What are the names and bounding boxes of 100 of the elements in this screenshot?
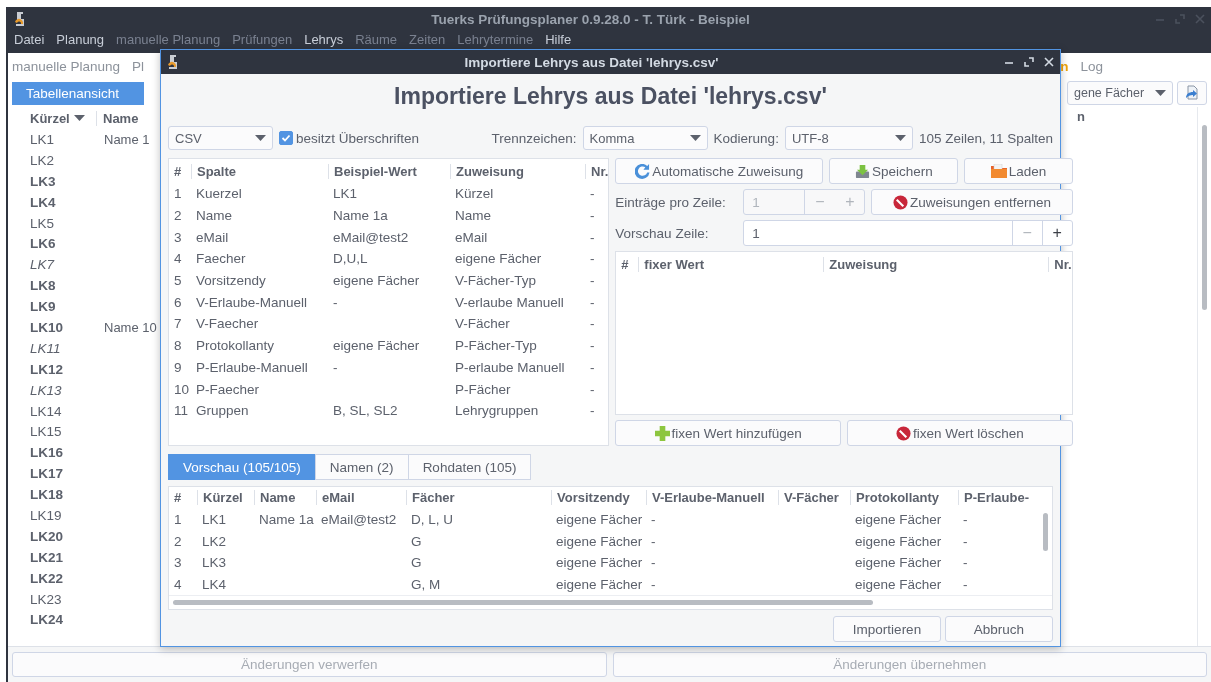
column-header[interactable]: Fächer bbox=[406, 490, 551, 506]
column-header[interactable]: Name bbox=[96, 110, 156, 126]
column-header[interactable]: Beispiel-Wert bbox=[328, 163, 450, 179]
table-cell-text: - bbox=[962, 512, 969, 528]
column-header[interactable]: Protokollanty bbox=[850, 490, 958, 506]
dropdown-caret-icon bbox=[1155, 90, 1166, 96]
dropdown-caret-icon bbox=[689, 135, 701, 141]
table-cell-text: Name 1 bbox=[103, 131, 151, 147]
tab[interactable]: Rohdaten (105) bbox=[407, 454, 532, 480]
increment-button[interactable]: + bbox=[1041, 221, 1072, 245]
table-cell-text: eMail@test2 bbox=[332, 229, 410, 245]
check-icon bbox=[281, 133, 291, 143]
column-header[interactable]: # bbox=[169, 490, 197, 506]
table-cell-text: - bbox=[650, 555, 657, 571]
table-cell-text: LK4 bbox=[201, 576, 228, 592]
dialog-button[interactable]: Abbruch bbox=[945, 616, 1053, 642]
table-cell-text: V-Erlaube-Manuell bbox=[195, 294, 309, 310]
encoding-dropdown[interactable]: UTF-8 bbox=[784, 126, 913, 150]
menu-item[interactable]: Räume bbox=[355, 32, 398, 48]
checkbox-label: besitzt Überschriften bbox=[296, 130, 420, 146]
table-cell-text: - bbox=[589, 208, 596, 224]
remove-assignments-button[interactable]: Zuweisungen entfernen bbox=[871, 189, 1073, 215]
filter-dropdown[interactable]: gene Fächer bbox=[1067, 81, 1173, 105]
column-header[interactable]: # bbox=[616, 256, 639, 272]
column-header[interactable]: Zuweisung bbox=[450, 163, 585, 179]
column-header[interactable]: Kürzel bbox=[197, 490, 254, 506]
column-header[interactable]: Name bbox=[254, 490, 316, 506]
column-header[interactable]: # bbox=[169, 163, 191, 179]
menu-item[interactable]: Hilfe bbox=[545, 32, 572, 48]
table-cell-text: V-Fächer bbox=[454, 316, 511, 332]
table-cell-text: Gruppen bbox=[195, 403, 250, 419]
app-logo-icon bbox=[14, 11, 26, 27]
scrollbar-thumb[interactable] bbox=[1042, 513, 1048, 551]
toolbar-tab[interactable]: manuelle Planung bbox=[12, 58, 121, 74]
table-cell-text: eigene Fächer bbox=[555, 533, 644, 549]
refresh-icon bbox=[635, 163, 651, 179]
menu-item[interactable]: Prüfungen bbox=[232, 32, 293, 48]
column-header[interactable]: Nr. bbox=[1048, 256, 1072, 272]
table-cell-text: 5 bbox=[173, 273, 183, 289]
menu-item[interactable]: manuelle Planung bbox=[116, 32, 221, 48]
table-cell-text: LK18 bbox=[29, 487, 64, 503]
tab[interactable]: Namen (2) bbox=[314, 454, 409, 480]
action-button[interactable]: Speichern bbox=[829, 158, 959, 184]
dialog-button[interactable]: Importieren bbox=[833, 616, 941, 642]
table-cell-text: eigene Fächer bbox=[555, 555, 644, 571]
action-button[interactable]: Laden bbox=[964, 158, 1073, 184]
column-header[interactable]: Kürzel bbox=[26, 110, 96, 126]
table-cell-text: LK2 bbox=[29, 152, 56, 168]
table-cell-text: Name 10 bbox=[103, 319, 156, 335]
table-cell-text: - bbox=[589, 229, 596, 245]
toolbar-tab[interactable]: Pl bbox=[132, 58, 145, 74]
export-button[interactable] bbox=[1177, 81, 1207, 105]
table-cell-text: LK3 bbox=[29, 173, 57, 189]
table-cell-text: 1 bbox=[173, 512, 183, 528]
table-cell-text: - bbox=[962, 533, 969, 549]
action-button[interactable]: fixen Wert löschen bbox=[847, 420, 1073, 446]
table-cell-text: LK14 bbox=[29, 403, 63, 419]
table-cell-text: LK7 bbox=[29, 257, 56, 273]
column-header[interactable]: Nr. bbox=[585, 163, 609, 179]
tab[interactable]: Vorschau (105/105) bbox=[168, 454, 316, 480]
scrollbar-thumb[interactable] bbox=[173, 599, 873, 605]
dropdown-caret-icon bbox=[255, 135, 266, 141]
column-header[interactable]: P-Erlaube- bbox=[958, 490, 1043, 506]
menu-item[interactable]: Planung bbox=[56, 32, 105, 48]
menu-item[interactable]: Zeiten bbox=[409, 32, 446, 48]
table-cell-text: LK17 bbox=[29, 466, 64, 482]
separator-dropdown[interactable]: Komma bbox=[582, 126, 708, 150]
toolbar-tab[interactable]: Log bbox=[1080, 58, 1103, 74]
column-header[interactable]: n bbox=[1077, 109, 1085, 646]
column-header[interactable]: V-Erlaube-Manuell bbox=[646, 490, 778, 506]
scrollbar-thumb[interactable] bbox=[1202, 125, 1207, 310]
column-header[interactable]: V-Fächer bbox=[778, 490, 850, 506]
row-count-text: 105 Zeilen, 11 Spalten bbox=[918, 130, 1053, 146]
table-cell-text: - bbox=[589, 273, 596, 289]
menu-item[interactable]: Lehrys bbox=[304, 32, 344, 48]
field-label: Vorschau Zeile: bbox=[615, 225, 710, 241]
menu-item[interactable]: Lehrytermine bbox=[457, 32, 534, 48]
action-button[interactable]: Automatische Zuweisung bbox=[615, 158, 824, 184]
view-tab[interactable]: Tabellenansicht bbox=[12, 81, 144, 105]
table-cell-text: - bbox=[332, 294, 339, 310]
format-dropdown[interactable]: CSV bbox=[168, 126, 273, 150]
table-cell-text: LK22 bbox=[29, 570, 64, 586]
table-cell-text: Name bbox=[454, 208, 492, 224]
table-cell-text: LK4 bbox=[29, 194, 57, 210]
table-cell-text: V-Fächer-Typ bbox=[454, 273, 538, 289]
column-header[interactable]: Zuweisung bbox=[823, 256, 1049, 272]
table-cell-text: - bbox=[589, 186, 596, 202]
column-header[interactable]: eMail bbox=[316, 490, 406, 506]
table-cell-text: LK3 bbox=[201, 555, 228, 571]
action-button[interactable]: fixen Wert hinzufügen bbox=[615, 420, 841, 446]
table-cell-text: P-Erlaube-Manuell bbox=[195, 359, 309, 375]
menu-item[interactable]: Datei bbox=[14, 32, 45, 48]
table-cell-text: 10 bbox=[173, 381, 191, 397]
table-cell-text: LK12 bbox=[29, 361, 64, 377]
column-header[interactable]: Vorsitzendy bbox=[551, 490, 646, 506]
checkbox[interactable] bbox=[279, 131, 293, 145]
column-header[interactable]: Spalte bbox=[191, 163, 328, 179]
table-cell-text: LK21 bbox=[29, 549, 64, 565]
column-header[interactable]: fixer Wert bbox=[638, 256, 824, 272]
table-cell-text: 4 bbox=[173, 251, 183, 267]
